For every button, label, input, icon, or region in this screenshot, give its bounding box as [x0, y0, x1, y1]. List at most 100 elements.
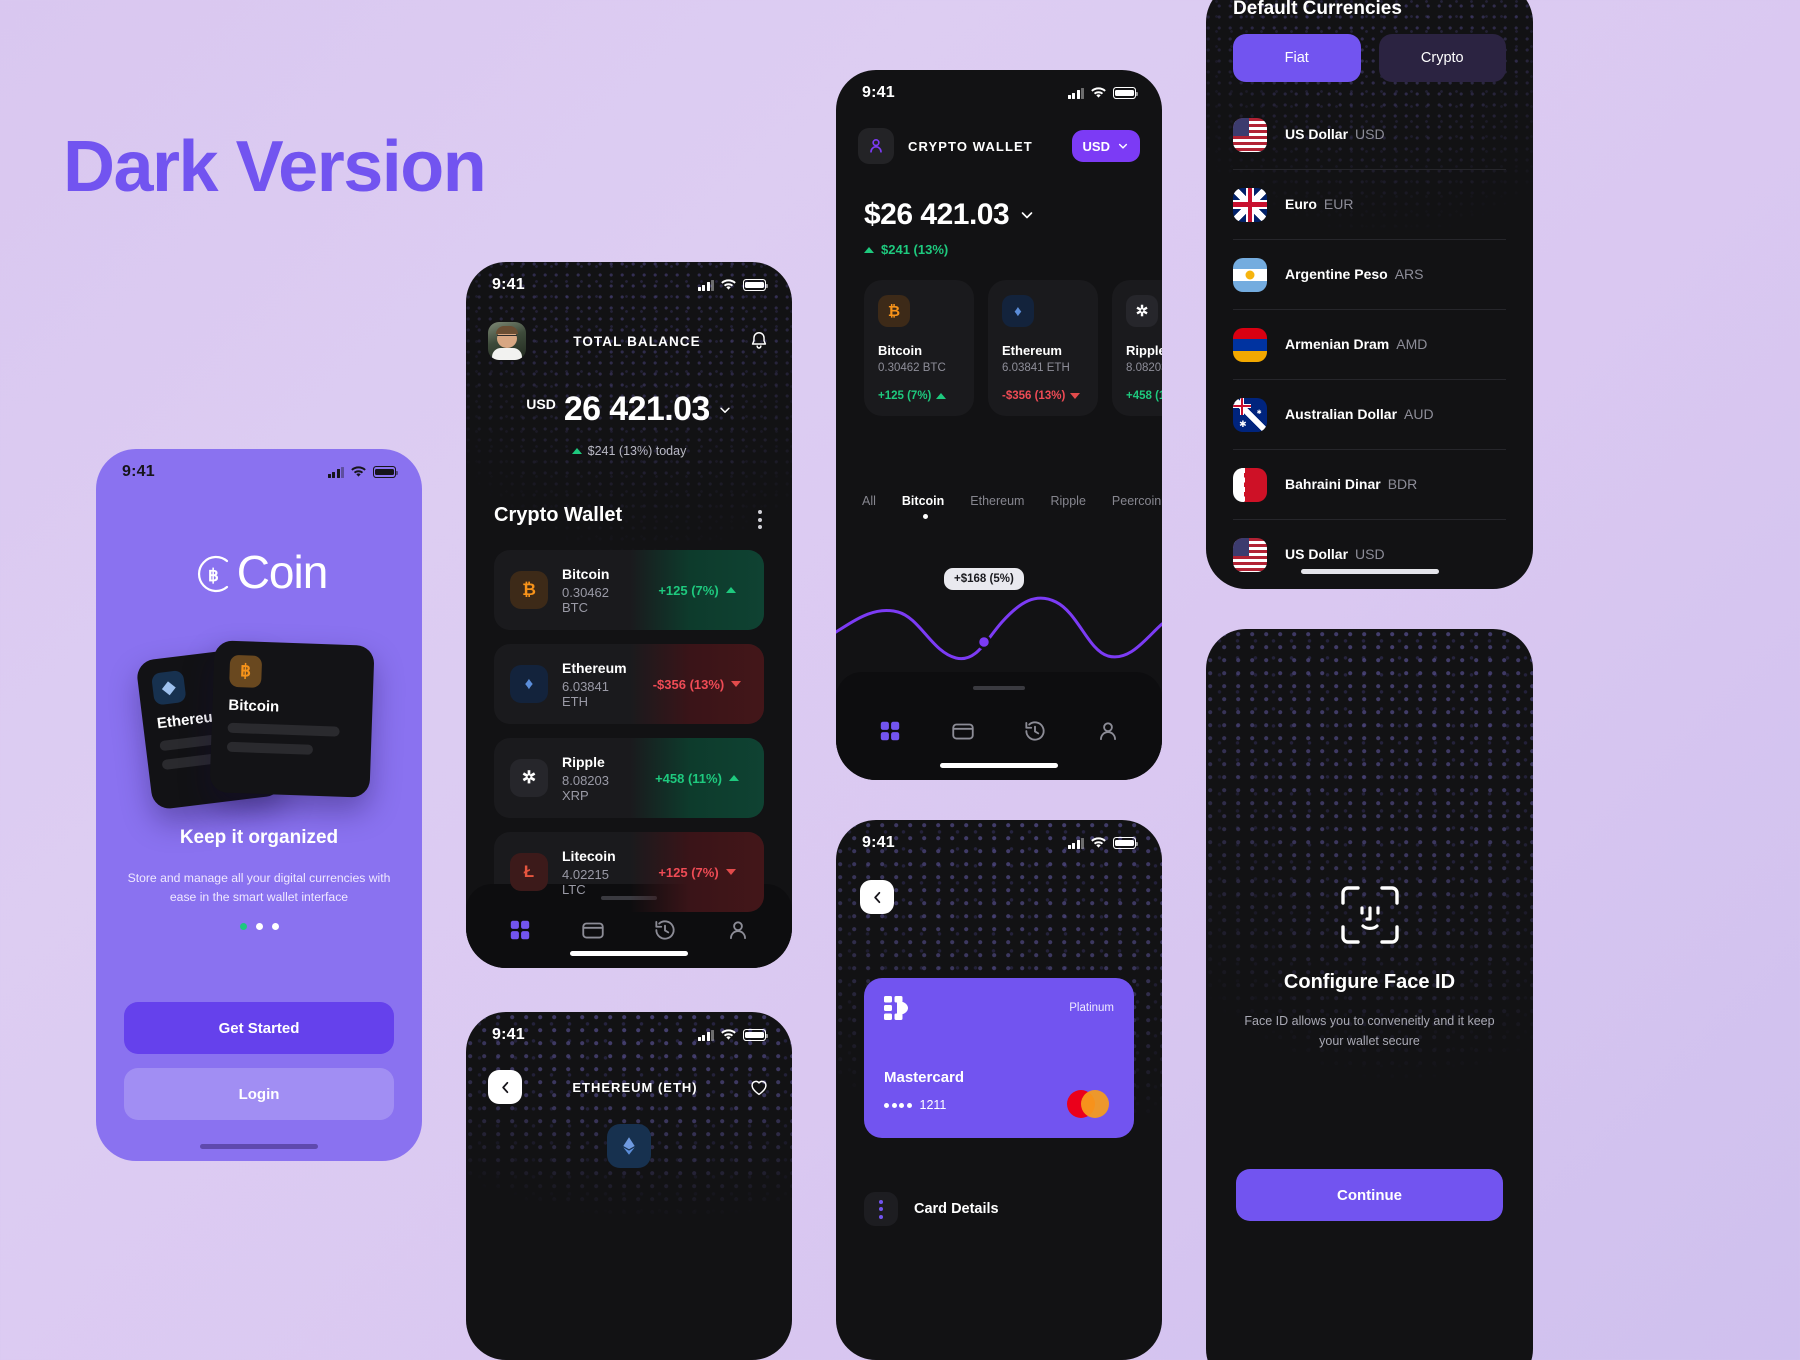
filter-tab-all[interactable]: All	[862, 494, 902, 508]
trend-up-icon	[936, 393, 947, 399]
coin-icon: ✲	[1126, 295, 1158, 327]
coin-name: Bitcoin	[878, 343, 923, 358]
currency-row[interactable]: Armenian Dram AMD	[1233, 310, 1506, 380]
currency-selector[interactable]: USD	[1071, 130, 1140, 162]
more-options-icon	[864, 1192, 898, 1226]
currency-row[interactable]: Argentine Peso ARS	[1233, 240, 1506, 310]
wallet-cards-illustration: ◆ Ethereum ฿ Bitcoin	[135, 639, 375, 811]
wallet-icon[interactable]	[950, 718, 976, 744]
card-details-screen: 9:41 Platinum Mastercard 1211 Card Detai…	[836, 820, 1162, 1360]
coin-change-text: +125 (7%)	[878, 390, 932, 402]
segment-crypto[interactable]: Crypto	[1378, 34, 1506, 82]
coin-change-text: +458 (11%)	[1126, 390, 1162, 402]
status-time: 9:41	[862, 834, 895, 851]
wallet-icon[interactable]	[580, 917, 606, 943]
currency-name: Euro	[1285, 195, 1317, 212]
currency-code: ARS	[1394, 265, 1424, 282]
coin-card[interactable]: ♦ Ethereum 6.03841 ETH -$356 (13%)	[988, 280, 1098, 416]
profile-icon	[870, 138, 882, 153]
status-icons	[697, 1029, 769, 1041]
trend-down-icon	[731, 681, 742, 687]
coin-card[interactable]: ✲ Ripple 8.08203 XRP +458 (11%)	[1112, 280, 1162, 416]
trend-up-icon	[728, 775, 739, 781]
balance-amount: 26 421.03	[563, 390, 710, 428]
wifi-icon	[1091, 837, 1106, 848]
coin-change-text: -$356 (13%)	[652, 676, 725, 692]
faceid-continue-button[interactable]: Continue	[1236, 1169, 1503, 1221]
wallet-balance-amount: $26 421.03	[864, 198, 1010, 231]
dot-active[interactable]	[239, 923, 247, 930]
currency-row[interactable]: US Dollar USD	[1233, 100, 1506, 170]
history-icon[interactable]	[652, 917, 678, 943]
filter-tab-ethereum[interactable]: Ethereum	[970, 494, 1050, 508]
card-last4: 1211	[919, 1098, 947, 1112]
chart-tooltip: +$168 (5%)	[944, 568, 1024, 590]
filter-tab-ripple[interactable]: Ripple	[1050, 494, 1111, 508]
status-icons	[697, 279, 769, 291]
dashboard-icon[interactable]	[877, 718, 903, 744]
card-brand: Mastercard	[884, 1069, 965, 1086]
segment-fiat[interactable]: Fiat	[1233, 34, 1361, 82]
coin-change: -$356 (13%)	[1002, 390, 1084, 402]
dot[interactable]	[271, 923, 279, 930]
balance-row[interactable]: USD 26 421.03	[466, 390, 792, 429]
bell-icon[interactable]	[748, 330, 770, 352]
dot[interactable]	[255, 923, 263, 930]
dashboard-icon[interactable]	[507, 917, 533, 943]
bitcoin-icon: ฿	[229, 654, 263, 688]
chevron-down-icon[interactable]	[718, 403, 732, 417]
card-details-row[interactable]: Card Details	[864, 1192, 1134, 1226]
coin-card[interactable]: ₿ Bitcoin 0.30462 BTC +125 (7%)	[864, 280, 974, 416]
back-button[interactable]	[860, 880, 894, 914]
home-indicator	[1300, 569, 1439, 574]
coin-row[interactable]: ₿ Bitcoin 0.30462 BTC +125 (7%)	[494, 550, 764, 630]
more-options-icon[interactable]	[758, 510, 762, 529]
header: CRYPTO WALLET USD	[858, 128, 1140, 164]
coin-name: Ripple	[1126, 343, 1162, 358]
coin-name: Bitcoin	[562, 565, 610, 582]
coin-change: +458 (11%)	[1126, 390, 1162, 402]
screen-title: CRYPTO WALLET	[908, 138, 1033, 154]
currency-row[interactable]: Bahraini Dinar BDR	[1233, 450, 1506, 520]
profile-avatar-button[interactable]	[858, 128, 894, 164]
coin-change-text: -$356 (13%)	[1002, 390, 1066, 402]
currency-row[interactable]: US Dollar USD	[1233, 520, 1506, 589]
halftone-background	[466, 1012, 792, 1360]
chevron-down-icon[interactable]	[1019, 207, 1035, 223]
history-icon[interactable]	[1022, 718, 1048, 744]
filter-tab-bitcoin[interactable]: Bitcoin	[902, 494, 970, 519]
battery-icon	[373, 466, 399, 478]
sheet-grip[interactable]	[973, 686, 1025, 690]
section-title: Crypto Wallet	[494, 504, 623, 526]
coin-row[interactable]: ♦ Ethereum 6.03841 ETH -$356 (13%)	[494, 644, 764, 724]
profile-icon[interactable]	[725, 917, 751, 943]
currency-value: USD	[1082, 138, 1110, 154]
status-icons	[1067, 87, 1139, 99]
coin-list: ₿ Bitcoin 0.30462 BTC +125 (7%) ♦ Ethereum 6.0…	[494, 550, 764, 926]
screen-title: TOTAL BALANCE	[573, 333, 701, 349]
status-time: 9:41	[492, 1026, 525, 1043]
currency-row[interactable]: ✱ ✱ Australian Dollar AUD	[1233, 380, 1506, 450]
coin-icon: Ł	[510, 853, 548, 891]
avatar[interactable]	[488, 322, 526, 360]
get-started-button[interactable]: Get Started	[124, 1002, 394, 1054]
coin-name: Litecoin	[562, 847, 616, 864]
currency-name: Bahraini Dinar	[1285, 475, 1381, 492]
currency-row[interactable]: Euro EUR	[1233, 170, 1506, 240]
coin-row[interactable]: ✲ Ripple 8.08203 XRP +458 (11%)	[494, 738, 764, 818]
profile-icon[interactable]	[1095, 718, 1121, 744]
card-tier: Platinum	[1069, 1002, 1114, 1014]
status-icons	[327, 466, 399, 478]
coin-change-text: +125 (7%)	[658, 582, 719, 598]
filter-tab-peercoin[interactable]: Peercoin	[1112, 494, 1162, 508]
signal-icon	[1067, 837, 1084, 849]
trend-down-icon	[725, 869, 736, 875]
wallet-balance[interactable]: $26 421.03	[864, 198, 1035, 232]
credit-card[interactable]: Platinum Mastercard 1211	[864, 978, 1134, 1138]
coin-change: -$356 (13%)	[630, 644, 764, 724]
heart-icon[interactable]	[748, 1076, 770, 1098]
login-button[interactable]: Login	[124, 1068, 394, 1120]
back-button[interactable]	[488, 1070, 522, 1104]
signal-icon	[327, 466, 344, 478]
coin-amount: 8.08203 XRP	[1126, 362, 1162, 374]
